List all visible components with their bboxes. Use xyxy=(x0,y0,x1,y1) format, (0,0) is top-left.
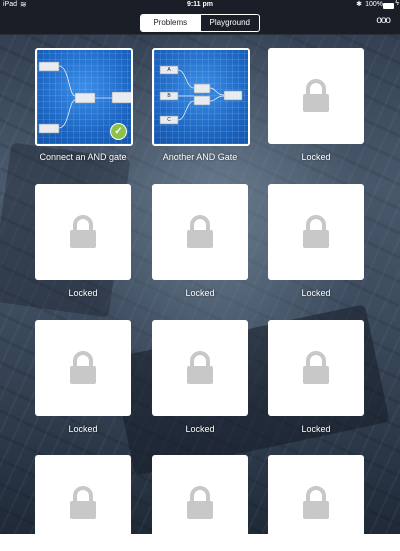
problem-title: Connect an AND gate xyxy=(39,152,127,162)
circuit-component xyxy=(111,91,131,104)
circuit-component xyxy=(38,123,60,134)
locked-problem-tile[interactable] xyxy=(35,455,131,551)
circuit-wire xyxy=(209,95,225,102)
locked-problem-tile[interactable] xyxy=(152,455,248,551)
input-node: B xyxy=(160,92,178,100)
locked-problem-tile[interactable] xyxy=(268,455,364,551)
problem-title: Locked xyxy=(68,424,98,434)
circuit-wire xyxy=(209,87,225,96)
navigation-bar: Problems Playground ooo xyxy=(0,11,400,35)
problem-title: Locked xyxy=(301,288,331,298)
input-node: A xyxy=(160,66,178,74)
locked-problem-tile[interactable] xyxy=(152,184,248,280)
locked-problem-tile[interactable] xyxy=(35,320,131,416)
circuit-component xyxy=(223,90,243,101)
battery-icon xyxy=(383,3,394,9)
problem-title: Locked xyxy=(185,424,215,434)
lock-icon xyxy=(301,486,331,525)
problem-tile[interactable]: A B C xyxy=(152,48,250,146)
bluetooth-icon: ✱ xyxy=(356,1,362,8)
lock-icon xyxy=(68,486,98,525)
locked-problem-tile[interactable] xyxy=(268,320,364,416)
locked-problem-tile[interactable] xyxy=(268,48,364,144)
problem-title: Locked xyxy=(68,288,98,298)
circuit-component xyxy=(74,92,96,104)
mode-segmented-control[interactable]: Problems Playground xyxy=(140,14,260,32)
circuit-wire xyxy=(177,69,195,89)
locked-problem-tile[interactable] xyxy=(35,184,131,280)
problem-title: Locked xyxy=(301,424,331,434)
lock-icon xyxy=(185,215,215,254)
input-label: B xyxy=(167,93,171,99)
problem-title: Locked xyxy=(185,288,215,298)
circuit-wire xyxy=(58,65,76,97)
battery-percent: 100% xyxy=(365,1,383,8)
circuit-wire xyxy=(177,100,195,121)
lock-icon xyxy=(185,486,215,525)
more-options-icon[interactable]: ooo xyxy=(376,15,391,26)
circuit-component xyxy=(193,83,211,94)
problem-title: Locked xyxy=(301,152,331,162)
charging-icon: ϟ xyxy=(395,0,399,7)
circuit-component xyxy=(193,95,211,106)
locked-problem-tile[interactable] xyxy=(268,184,364,280)
clock-label: 9:11 pm xyxy=(186,1,214,8)
problem-tile[interactable]: ✓ xyxy=(35,48,133,146)
input-label: A xyxy=(167,67,171,73)
lock-icon xyxy=(68,351,98,390)
lock-icon xyxy=(301,351,331,390)
lock-icon xyxy=(301,215,331,254)
locked-problem-tile[interactable] xyxy=(152,320,248,416)
input-node: C xyxy=(160,116,178,124)
completed-check-icon: ✓ xyxy=(110,123,127,140)
problem-title: Another AND Gate xyxy=(162,152,238,162)
tab-problems[interactable]: Problems xyxy=(141,15,200,31)
lock-icon xyxy=(68,215,98,254)
tab-playground[interactable]: Playground xyxy=(199,15,260,31)
circuit-component xyxy=(38,61,60,72)
lock-icon xyxy=(185,351,215,390)
lock-icon xyxy=(301,79,331,118)
circuit-wire xyxy=(58,99,76,129)
input-label: C xyxy=(167,117,171,123)
status-bar: iPad ≋ 9:11 pm ✱ 100% ϟ xyxy=(0,0,400,11)
